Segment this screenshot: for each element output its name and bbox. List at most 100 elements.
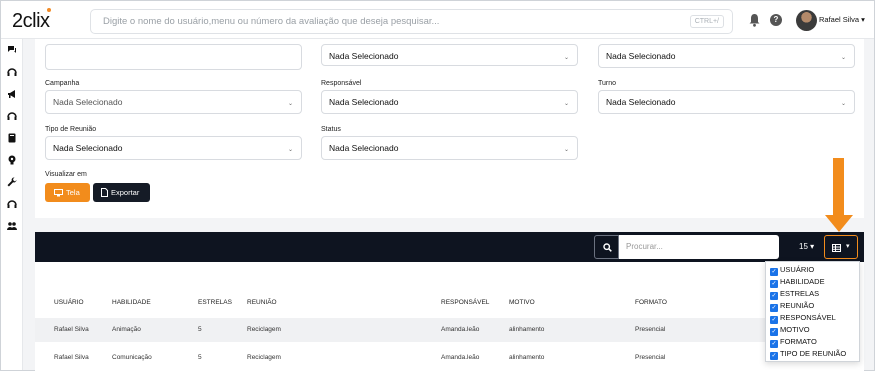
global-search-input[interactable]: Digite o nome do usuário,menu ou número …	[90, 9, 733, 34]
cell-estrelas: 5	[198, 354, 202, 361]
filter-select-2[interactable]: Nada Selecionado ⌄	[321, 44, 578, 66]
page-size-value: 15	[799, 242, 808, 251]
cell-motivo: alinhamento	[509, 326, 545, 333]
chat-icon[interactable]	[7, 45, 17, 55]
visualizar-label: Visualizar em	[45, 171, 87, 178]
column-option-responsavel[interactable]: ✓ RESPONSÁVEL	[770, 313, 836, 324]
cell-usuario: Rafael Silva	[54, 326, 89, 333]
caret-down-icon: ▾	[846, 243, 850, 250]
table-search-placeholder: Procurar...	[626, 242, 663, 251]
column-option-label: ESTRELAS	[780, 289, 820, 298]
megaphone-icon[interactable]	[7, 89, 17, 99]
user-name: Rafael Silva	[819, 15, 860, 24]
tela-button[interactable]: Tela	[45, 183, 90, 202]
page-size-select[interactable]: 15 ▾	[799, 242, 814, 251]
checkbox-checked-icon[interactable]: ✓	[770, 316, 778, 324]
checkbox-checked-icon[interactable]: ✓	[770, 280, 778, 288]
cell-reuniao: Reciclagem	[247, 354, 281, 361]
filter-select-3[interactable]: Nada Selecionado ⌄	[598, 44, 855, 68]
campanha-select[interactable]: Nada Selecionado ⌄	[45, 90, 302, 114]
exportar-button[interactable]: Exportar	[93, 183, 150, 202]
wrench-icon[interactable]	[7, 177, 17, 187]
book-icon[interactable]	[7, 133, 17, 143]
checkbox-checked-icon[interactable]: ✓	[770, 292, 778, 300]
bell-icon[interactable]	[749, 13, 760, 27]
col-header-reuniao[interactable]: REUNIÃO	[247, 299, 277, 306]
responsavel-value: Nada Selecionado	[329, 97, 399, 107]
table-search-button[interactable]	[594, 235, 619, 259]
column-option-label: MOTIVO	[780, 325, 810, 334]
col-header-habilidade[interactable]: HABILIDADE	[112, 299, 151, 306]
avatar[interactable]	[796, 10, 817, 31]
col-header-responsavel[interactable]: RESPONSÁVEL	[441, 299, 489, 306]
help-icon[interactable]: ?	[770, 14, 782, 26]
column-toggle-button[interactable]: ▾	[824, 235, 858, 259]
cell-responsavel: Amanda.leão	[441, 354, 480, 361]
annotation-arrow-shaft	[833, 158, 844, 216]
monitor-icon	[54, 189, 63, 197]
chevron-down-icon: ⌄	[563, 55, 569, 61]
exportar-button-label: Exportar	[111, 188, 140, 197]
column-option-usuario[interactable]: ✓ USUÁRIO	[770, 265, 814, 276]
status-label: Status	[321, 126, 341, 133]
users-icon[interactable]	[7, 221, 17, 231]
column-option-motivo[interactable]: ✓ MOTIVO	[770, 325, 810, 336]
col-header-motivo[interactable]: MOTIVO	[509, 299, 535, 306]
tipo-reuniao-value: Nada Selecionado	[53, 143, 123, 153]
column-option-label: USUÁRIO	[780, 265, 815, 274]
lightbulb-icon[interactable]	[7, 155, 17, 165]
col-header-usuario[interactable]: USUÁRIO	[54, 299, 84, 306]
cell-habilidade: Animação	[112, 326, 141, 333]
caret-down-icon: ▾	[810, 242, 815, 251]
table-search-input[interactable]: Procurar...	[619, 235, 779, 259]
checkbox-checked-icon[interactable]: ✓	[770, 304, 778, 312]
chevron-down-icon: ⌄	[287, 147, 293, 153]
col-header-estrelas[interactable]: ESTRELAS	[198, 299, 232, 306]
column-option-formato[interactable]: ✓ FORMATO	[770, 337, 817, 348]
turno-select[interactable]: Nada Selecionado ⌄	[598, 90, 855, 114]
tipo-reuniao-label: Tipo de Reunião	[45, 126, 97, 133]
column-toggle-menu: ✓ USUÁRIO ✓ HABILIDADE ✓ ESTRELAS ✓ REUNIÃO …	[765, 261, 860, 362]
headset-icon-2[interactable]	[7, 111, 17, 121]
chevron-down-icon: ⌄	[840, 55, 846, 61]
headset-icon-3[interactable]	[7, 199, 17, 209]
cell-estrelas: 5	[198, 326, 202, 333]
logo[interactable]: 2clix	[12, 8, 51, 33]
filter-select-1[interactable]	[45, 44, 302, 70]
chevron-down-icon: ⌄	[287, 101, 293, 107]
tela-button-label: Tela	[66, 188, 80, 197]
checkbox-checked-icon[interactable]: ✓	[770, 340, 778, 348]
column-option-estrelas[interactable]: ✓ ESTRELAS	[770, 289, 819, 300]
checkbox-checked-icon[interactable]: ✓	[770, 352, 778, 360]
column-option-tipo-reuniao[interactable]: ✓ TIPO DE REUNIÃO	[770, 349, 846, 360]
column-option-habilidade[interactable]: ✓ HABILIDADE	[770, 277, 825, 288]
logo-dot	[47, 8, 51, 12]
search-icon	[603, 243, 612, 252]
column-option-label: TIPO DE REUNIÃO	[780, 349, 847, 358]
column-option-label: RESPONSÁVEL	[780, 313, 836, 322]
filter-select-2-value: Nada Selecionado	[329, 51, 399, 61]
caret-down-icon: ▾	[861, 15, 865, 24]
column-option-label: FORMATO	[780, 337, 817, 346]
cell-usuario: Rafael Silva	[54, 354, 89, 361]
cell-formato: Presencial	[635, 354, 666, 361]
tipo-reuniao-select[interactable]: Nada Selecionado ⌄	[45, 136, 302, 160]
column-option-label: HABILIDADE	[780, 277, 825, 286]
cell-responsavel: Amanda.leão	[441, 326, 480, 333]
table-columns-icon	[832, 244, 841, 252]
cell-habilidade: Comunicação	[112, 354, 152, 361]
top-bar: 2clix Digite o nome do usuário,menu ou n…	[1, 1, 874, 39]
logo-text: 2clix	[12, 10, 50, 32]
turno-label: Turno	[598, 80, 617, 87]
filter-select-3-value: Nada Selecionado	[606, 51, 676, 61]
checkbox-checked-icon[interactable]: ✓	[770, 268, 778, 276]
user-menu[interactable]: Rafael Silva ▾	[819, 15, 865, 24]
responsavel-select[interactable]: Nada Selecionado ⌄	[321, 90, 578, 114]
checkbox-checked-icon[interactable]: ✓	[770, 328, 778, 336]
status-select[interactable]: Nada Selecionado ⌄	[321, 136, 578, 160]
cell-motivo: alinhamento	[509, 354, 545, 361]
headset-icon[interactable]	[7, 67, 17, 77]
column-option-reuniao[interactable]: ✓ REUNIÃO	[770, 301, 814, 312]
annotation-arrow-icon	[825, 215, 853, 232]
col-header-formato[interactable]: FORMATO	[635, 299, 667, 306]
